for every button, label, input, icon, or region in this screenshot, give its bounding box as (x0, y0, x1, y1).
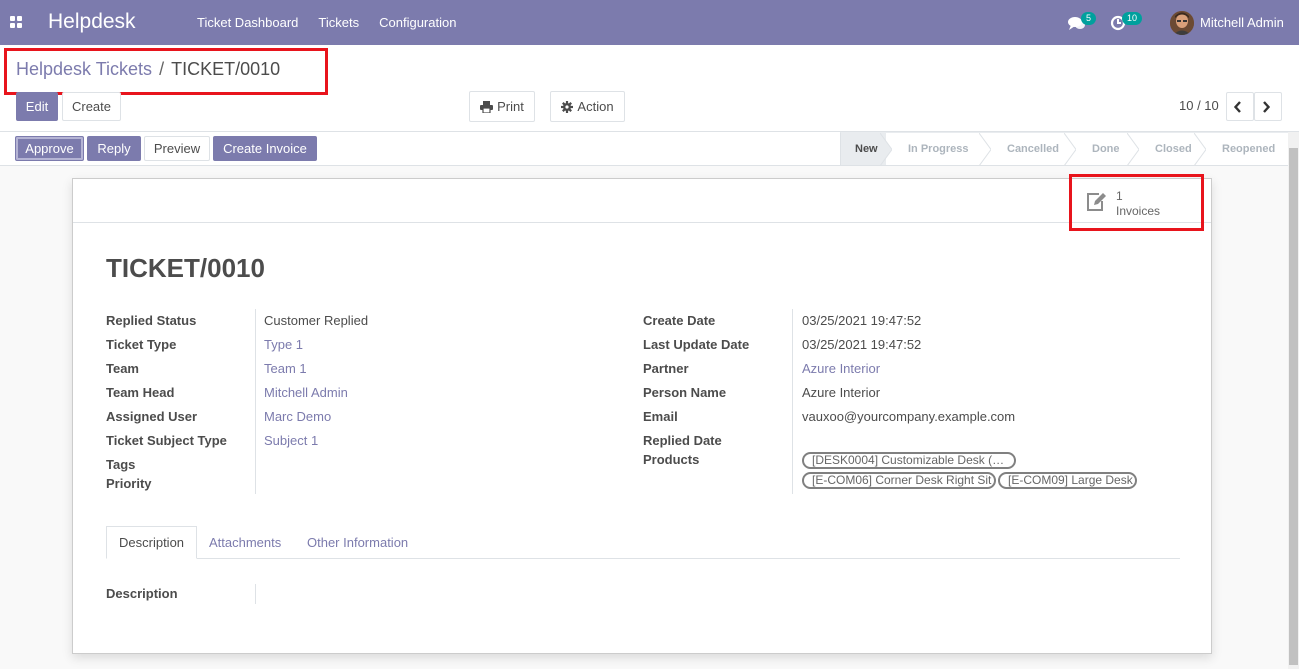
stage-label: Reopened (1222, 143, 1276, 155)
field-label-priority: Priority (106, 476, 152, 491)
create-button[interactable]: Create (62, 92, 121, 121)
field-label-team: Team (106, 361, 139, 376)
stage-label: Closed (1155, 143, 1192, 155)
field-value-team-head[interactable]: Mitchell Admin (264, 385, 348, 400)
field-value-email: vauxoo@yourcompany.example.com (802, 409, 1016, 424)
field-label-last-update-date: Last Update Date (643, 337, 750, 352)
activities-badge: 10 (1122, 12, 1143, 25)
avatar (1170, 10, 1194, 35)
field-label-tags: Tags (106, 457, 136, 472)
field-value-person-name: Azure Interior (802, 385, 881, 400)
print-label: Print (497, 99, 524, 114)
app-name[interactable]: Helpdesk (48, 10, 136, 34)
menu-tickets[interactable]: Tickets (318, 15, 359, 30)
field-value-ticket-type[interactable]: Type 1 (264, 337, 303, 352)
stage-reopened[interactable]: Reopened (1200, 132, 1288, 165)
field-label-person-name: Person Name (643, 385, 727, 400)
top-navbar: Helpdesk Ticket Dashboard Tickets Config… (0, 0, 1299, 45)
messages-badge: 5 (1081, 12, 1097, 25)
menu-ticket-dashboard[interactable]: Ticket Dashboard (197, 15, 298, 30)
right-group-divider (792, 309, 793, 494)
field-label-create-date: Create Date (643, 313, 716, 328)
tab-description[interactable]: Description (106, 526, 197, 559)
smart-button-box: 1 Invoices (73, 179, 1211, 223)
printer-icon (480, 100, 494, 113)
scrollbar-thumb[interactable] (1289, 148, 1298, 665)
breadcrumb-current: TICKET/0010 (171, 59, 281, 79)
field-label-description: Description (106, 586, 178, 601)
stage-label: Done (1092, 143, 1120, 155)
breadcrumb: Helpdesk Tickets / TICKET/0010 (16, 59, 280, 80)
tab-attachments[interactable]: Attachments (197, 526, 293, 559)
notebook-tabs: Description Attachments Other Informatio… (106, 526, 1180, 559)
apps-menu-icon[interactable] (10, 16, 22, 28)
user-menu[interactable]: Mitchell Admin (1170, 10, 1284, 35)
edit-button[interactable]: Edit (16, 92, 58, 121)
edit-icon (1087, 193, 1106, 211)
invoice-count: 1 (1116, 189, 1123, 203)
product-tag[interactable]: [E-COM09] Large Desk (998, 472, 1137, 489)
action-button[interactable]: Action (550, 91, 625, 122)
stage-label: Cancelled (1007, 143, 1059, 155)
form-statusbar: Approve Reply Preview Create Invoice New… (0, 132, 1299, 166)
field-value-partner[interactable]: Azure Interior (802, 361, 880, 376)
field-label-team-head: Team Head (106, 385, 175, 400)
product-tag[interactable]: [DESK0004] Customizable Desk (… (802, 452, 1016, 469)
activity-menu[interactable]: 10 (1110, 12, 1145, 32)
stage-label: In Progress (908, 143, 969, 155)
pager-previous-button[interactable] (1226, 92, 1254, 121)
stage-cancelled[interactable]: Cancelled (985, 132, 1076, 166)
field-label-ticket-type: Ticket Type (106, 337, 177, 352)
stage-new[interactable]: New (840, 132, 892, 166)
reply-button[interactable]: Reply (87, 136, 141, 161)
chevron-left-icon (1234, 100, 1241, 113)
print-button[interactable]: Print (469, 91, 535, 122)
description-divider (255, 584, 256, 604)
chevron-right-icon (1263, 100, 1270, 113)
preview-button[interactable]: Preview (144, 136, 210, 161)
tab-other-information[interactable]: Other Information (295, 526, 420, 559)
form-sheet: 1 Invoices TICKET/0010 Replied Status Cu… (72, 174, 1212, 654)
field-label-assigned-user: Assigned User (106, 409, 198, 424)
field-value-ticket-subject-type[interactable]: Subject 1 (264, 433, 318, 448)
field-value-team[interactable]: Team 1 (264, 361, 307, 376)
vertical-scrollbar[interactable] (1288, 132, 1299, 669)
field-label-replied-date: Replied Date (643, 433, 722, 448)
field-label-ticket-subject-type: Ticket Subject Type (106, 433, 227, 448)
field-value-assigned-user[interactable]: Marc Demo (264, 409, 331, 424)
stage-done[interactable]: Done (1070, 132, 1139, 166)
gear-icon (561, 100, 574, 113)
create-invoice-button[interactable]: Create Invoice (213, 136, 317, 161)
product-tag[interactable]: [E-COM06] Corner Desk Right Sit (802, 472, 996, 489)
field-label-email: Email (643, 409, 678, 424)
stage-closed[interactable]: Closed (1133, 132, 1206, 166)
breadcrumb-separator: / (159, 59, 165, 79)
stage-in-progress[interactable]: In Progress (886, 132, 991, 166)
stage-label: New (855, 143, 878, 155)
breadcrumb-parent[interactable]: Helpdesk Tickets (16, 59, 152, 80)
main-menu: Ticket Dashboard Tickets Configuration (197, 15, 456, 30)
field-label-products: Products (643, 452, 700, 467)
user-name: Mitchell Admin (1200, 15, 1284, 30)
pager-value[interactable]: 10 / 10 (1179, 98, 1219, 113)
field-value-replied-status: Customer Replied (264, 313, 369, 328)
field-label-replied-status: Replied Status (106, 313, 197, 328)
menu-configuration[interactable]: Configuration (379, 15, 456, 30)
action-label: Action (577, 99, 614, 114)
invoices-smart-button[interactable]: 1 Invoices (1073, 179, 1203, 223)
field-value-last-update-date: 03/25/2021 19:47:52 (802, 337, 922, 352)
pager-next-button[interactable] (1254, 92, 1282, 121)
invoices-label: Invoices (1116, 204, 1161, 218)
field-value-create-date: 03/25/2021 19:47:52 (802, 313, 922, 328)
left-group-divider (255, 309, 256, 494)
ticket-title: TICKET/0010 (106, 253, 265, 283)
approve-button[interactable]: Approve (15, 136, 84, 161)
stage-pipeline: New In Progress Cancelled Done Closed Re… (840, 132, 1288, 166)
messaging-menu[interactable]: 5 (1068, 12, 1098, 32)
field-label-partner: Partner (643, 361, 689, 376)
control-panel: Helpdesk Tickets / TICKET/0010 Edit Crea… (0, 45, 1299, 132)
